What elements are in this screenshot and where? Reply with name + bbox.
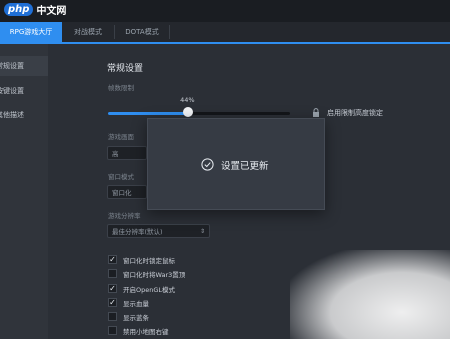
- checkbox-label: 显示血量: [123, 299, 149, 308]
- fps-slider-track[interactable]: [108, 112, 290, 115]
- window-mode-select[interactable]: 窗口化: [107, 185, 147, 199]
- checkbox-label: 窗口化时锁定鼠标: [123, 256, 175, 265]
- fps-slider-fill: [108, 112, 189, 115]
- window-mode-label: 窗口模式: [108, 173, 134, 181]
- fps-limit-label: 帧数限制: [108, 84, 134, 92]
- select-value: 窗口化: [112, 189, 132, 197]
- slider-value: 44%: [180, 96, 195, 104]
- settings-updated-toast: 设置已更新: [147, 118, 325, 210]
- checkbox-opengl[interactable]: ✓ 开启OpenGL模式: [108, 283, 175, 294]
- lock-icon[interactable]: [312, 108, 320, 117]
- resolution-select[interactable]: 最佳分辨率(默认) ⇕: [107, 224, 210, 238]
- chevron-updown-icon: ⇕: [199, 228, 205, 235]
- checkbox[interactable]: ✓: [108, 298, 117, 307]
- logo-text: 中文网: [36, 6, 67, 17]
- display-quality-label: 游戏画面: [108, 133, 134, 141]
- checkbox-label: 开启OpenGL模式: [123, 285, 176, 294]
- checkbox-war3-topmost[interactable]: 窗口化时将War3置顶: [108, 268, 185, 279]
- select-value: 高: [112, 150, 119, 158]
- tab-battle-mode[interactable]: 对战模式: [62, 22, 114, 42]
- checkbox[interactable]: ✓: [108, 255, 117, 264]
- page-title: 常规设置: [107, 64, 144, 74]
- top-bar: php 中文网: [0, 0, 450, 22]
- check-circle-icon: [201, 158, 214, 171]
- checkbox[interactable]: [108, 312, 117, 321]
- checkbox-lock-mouse[interactable]: ✓ 窗口化时锁定鼠标: [108, 254, 175, 265]
- checkbox-show-mana[interactable]: 显示蓝条: [108, 311, 149, 322]
- watermark-overlay: [290, 250, 450, 339]
- logo-badge: php: [4, 3, 34, 16]
- display-quality-select[interactable]: 高: [107, 146, 147, 160]
- site-logo: php 中文网: [4, 2, 66, 17]
- select-value: 最佳分辨率(默认): [112, 228, 163, 236]
- sidebar-item-label: 常规设置: [0, 62, 24, 70]
- sidebar-item-label: 按键设置: [0, 87, 24, 95]
- checkbox-label: 禁用小地图右键: [123, 327, 169, 336]
- lock-height-label: 启用限制高度锁定: [327, 109, 383, 117]
- checkbox-show-health[interactable]: ✓ 显示血量: [108, 297, 149, 308]
- checkbox[interactable]: [108, 326, 117, 335]
- resolution-label: 游戏分辨率: [108, 212, 141, 220]
- mode-tabs: RPG游戏大厅 对战模式 DOTA模式: [0, 22, 450, 44]
- sidebar-item-general[interactable]: 常规设置: [0, 56, 48, 76]
- sidebar-item-other[interactable]: 其他描述: [0, 105, 48, 125]
- sidebar-item-hotkeys[interactable]: 按键设置: [0, 81, 48, 101]
- settings-sidebar: 常规设置 按键设置 其他描述: [0, 44, 48, 339]
- checkbox-label: 显示蓝条: [123, 313, 149, 322]
- sidebar-item-label: 其他描述: [0, 111, 24, 119]
- toast-message: 设置已更新: [221, 161, 269, 172]
- checkbox[interactable]: [108, 269, 117, 278]
- tab-rpg-lobby[interactable]: RPG游戏大厅: [0, 22, 62, 42]
- checkbox-disable-minimap-rightclick[interactable]: 禁用小地图右键: [108, 325, 169, 336]
- tab-dota-mode[interactable]: DOTA模式: [115, 22, 169, 42]
- checkbox[interactable]: ✓: [108, 284, 117, 293]
- checkbox-label: 窗口化时将War3置顶: [123, 270, 186, 279]
- tab-divider: [169, 25, 170, 39]
